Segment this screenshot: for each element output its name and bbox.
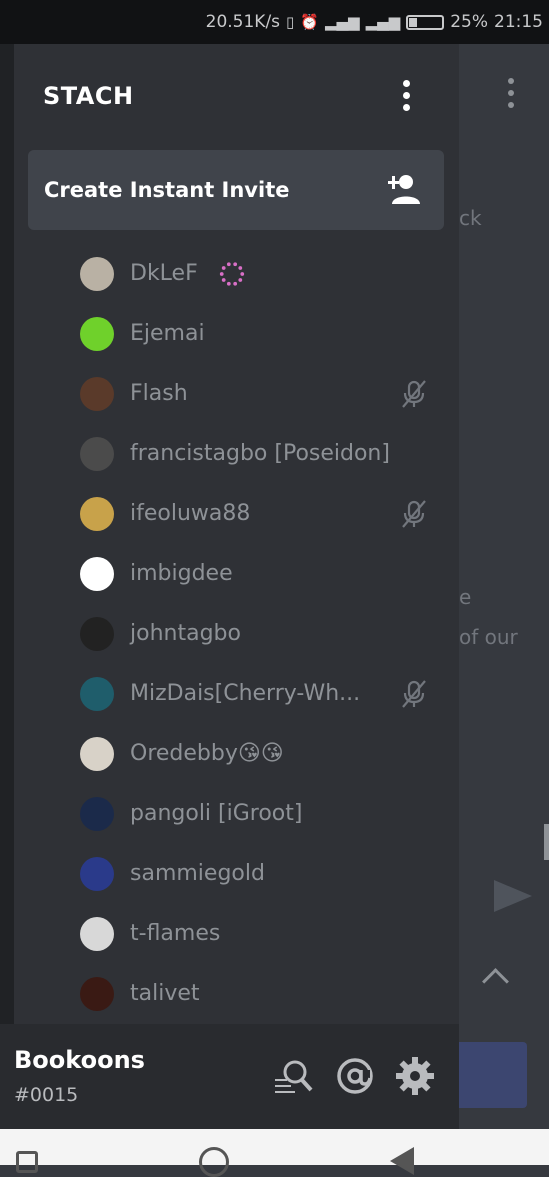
avatar (80, 737, 114, 771)
member-item[interactable]: Ejemai (80, 311, 450, 359)
member-item[interactable]: ifeoluwa88 (80, 491, 450, 539)
member-item[interactable]: sammiegold (80, 851, 450, 899)
create-instant-invite-button[interactable]: Create Instant Invite (28, 150, 444, 230)
member-name: talivet (130, 981, 200, 1006)
avatar (80, 797, 114, 831)
server-name: STACH (43, 82, 134, 110)
signal-icon: ▂▄▆ (324, 13, 360, 31)
avatar (80, 257, 114, 291)
mic-muted-icon (402, 500, 426, 528)
user-panel: Bookoons #0015 (0, 1024, 459, 1129)
battery-icon (406, 14, 445, 30)
member-name: t-flames (130, 921, 221, 946)
mic-muted-icon (402, 680, 426, 708)
alarm-icon: ⏰ (300, 13, 319, 31)
member-name: imbigdee (130, 561, 233, 586)
scrollbar[interactable] (544, 824, 549, 860)
background-button[interactable] (459, 1042, 527, 1108)
member-item[interactable]: t-flames (80, 911, 450, 959)
member-item[interactable]: Flash (80, 371, 450, 419)
background-text: ck (459, 206, 482, 230)
member-name: sammiegold (130, 861, 265, 886)
home-icon[interactable] (199, 1147, 229, 1177)
recents-icon[interactable] (16, 1151, 38, 1173)
clock: 21:15 (494, 12, 543, 32)
avatar (80, 437, 114, 471)
mic-muted-icon (402, 380, 426, 408)
signal-icon-2: ▂▄▆ (365, 13, 401, 31)
member-name: Ejemai (130, 321, 205, 346)
member-item[interactable]: Oredebby😘😘 (80, 731, 450, 779)
avatar (80, 857, 114, 891)
avatar (80, 917, 114, 951)
avatar (80, 377, 114, 411)
member-name: DkLeF (130, 261, 198, 286)
system-nav-bar (0, 1129, 549, 1177)
invite-label: Create Instant Invite (44, 178, 290, 202)
back-icon[interactable] (390, 1147, 414, 1175)
battery-percent: 25% (450, 12, 488, 32)
vibrate-icon: ▯ (286, 13, 295, 31)
member-name: ifeoluwa88 (130, 501, 251, 526)
server-list-strip (0, 44, 14, 1029)
member-name: johntagbo (130, 621, 241, 646)
member-name: Oredebby😘😘 (130, 741, 284, 766)
member-item[interactable]: MizDais[Cherry-Wh... (80, 671, 450, 719)
gear-icon[interactable] (395, 1056, 435, 1096)
member-item[interactable]: francistagbo [Poseidon] (80, 431, 450, 479)
member-name: pangoli [iGroot] (130, 801, 303, 826)
avatar (80, 497, 114, 531)
network-speed: 20.51K/s (205, 12, 281, 32)
member-item[interactable]: DkLeF (80, 251, 450, 299)
status-bar: 20.51K/s ▯ ⏰ ▂▄▆ ▂▄▆ 25% 21:15 (0, 0, 549, 44)
member-name: francistagbo [Poseidon] (130, 441, 390, 466)
member-item[interactable]: johntagbo (80, 611, 450, 659)
more-options-icon[interactable] (396, 80, 416, 120)
member-item[interactable]: pangoli [iGroot] (80, 791, 450, 839)
background-text: e (459, 585, 472, 609)
background-text: of our (459, 625, 518, 649)
avatar (80, 617, 114, 651)
avatar (80, 557, 114, 591)
user-discriminator: #0015 (14, 1084, 79, 1106)
search-icon[interactable] (273, 1056, 313, 1096)
channel-menu-icon[interactable] (498, 78, 524, 118)
avatar (80, 317, 114, 351)
member-name: MizDais[Cherry-Wh... (130, 681, 361, 706)
avatar (80, 977, 114, 1011)
add-user-icon (388, 175, 420, 204)
loading-icon (219, 262, 245, 286)
username: Bookoons (14, 1046, 145, 1074)
mention-icon[interactable] (335, 1056, 375, 1096)
member-item[interactable]: imbigdee (80, 551, 450, 599)
members-drawer: STACH Create Instant Invite DkLeF Ejemai F… (14, 44, 459, 1024)
send-icon[interactable] (494, 880, 532, 912)
avatar (80, 677, 114, 711)
member-item[interactable]: talivet (80, 971, 450, 1019)
member-name: Flash (130, 381, 188, 406)
